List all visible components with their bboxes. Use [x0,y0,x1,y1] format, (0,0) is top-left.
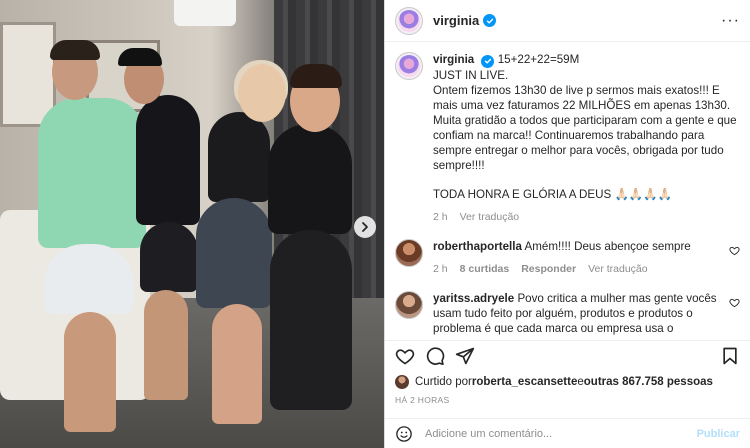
comment-text: Amém!!!! Deus abençoe sempre [524,239,691,253]
caption-translate-link[interactable]: Ver tradução [460,210,520,225]
caption-content: virginia 15+22+22=59M JUST IN LIVE. Onte… [433,52,740,225]
person-1-shorts [44,244,134,314]
person-4-hair [290,64,342,88]
liked-by-prefix: Curtido por [415,376,472,388]
person-3-shorts [196,198,272,308]
comment-content: yaritss.adryele Povo critica a mulher ma… [433,291,723,339]
reply-button[interactable]: Responder [521,262,576,277]
comment-icon[interactable] [425,346,445,366]
publish-button[interactable]: Publicar [697,428,740,440]
liker-avatar[interactable] [395,375,409,389]
person-1-hair [50,40,100,60]
commenter-avatar[interactable] [395,238,423,267]
caption-avatar[interactable] [395,52,423,80]
person-1-legs [64,312,116,432]
person-2-cap [118,48,162,66]
chevron-right-icon [362,222,368,232]
post-viewer: virginia ··· virginia 15+22+22=59M JUST … [0,0,750,448]
liked-by-others[interactable]: outras 867.758 pessoas [584,376,713,388]
caption-line-3: TODA HONRA E GLÓRIA A DEUS 🙏🏻🙏🏻🙏🏻🙏🏻 [433,187,673,201]
caption-time[interactable]: 2 h [433,210,448,225]
comment-like-icon[interactable] [729,297,740,308]
post-time-ago[interactable]: HÁ 2 HORAS [395,395,450,405]
caption-meta: 2 h Ver tradução [433,210,740,225]
author-username[interactable]: virginia [433,13,479,28]
caption-header-text: 15+22+22=59M [497,53,580,66]
person-2-shirt [136,95,200,225]
caption: virginia 15+22+22=59M JUST IN LIVE. Onte… [395,52,740,225]
person-2-shorts [140,222,198,292]
author-avatar[interactable] [395,6,423,35]
person-1-shirt [38,98,146,248]
liked-by: Curtido por roberta_escansette e outras … [395,375,740,389]
author-avatar-image [398,9,420,32]
comment-username[interactable]: roberthaportella [433,240,522,253]
comment-input[interactable] [425,427,697,440]
person-4-leggings [270,230,352,410]
caption-line-1: JUST IN LIVE. [433,68,509,82]
emoji-icon[interactable] [395,425,413,443]
caption-avatar-image [398,55,420,77]
next-photo-button[interactable] [354,216,376,238]
person-3-legs [212,304,262,424]
comment-item: roberthaportella Amém!!!! Deus abençoe s… [395,238,740,277]
comment-content: roberthaportella Amém!!!! Deus abençoe s… [433,239,723,277]
person-3-top [208,112,270,202]
comment-likes[interactable]: 8 curtidas [460,262,510,277]
comment-username[interactable]: yaritss.adryele [433,292,514,305]
post-photo[interactable] [0,0,384,448]
caption-username[interactable]: virginia [433,53,474,66]
commenter-avatar[interactable] [395,290,423,319]
person-3-head [238,64,286,122]
post-header: virginia ··· [385,0,750,42]
post-sidebar: virginia ··· virginia 15+22+22=59M JUST … [384,0,750,448]
add-comment-bar: Publicar [385,418,750,448]
comments-list[interactable]: virginia 15+22+22=59M JUST IN LIVE. Onte… [385,42,750,338]
share-icon[interactable] [455,346,475,366]
comment-item: yaritss.adryele Povo critica a mulher ma… [395,290,740,339]
comment-meta: 2 h 8 curtidas Responder Ver tradução [433,262,723,277]
post-actions [385,340,750,370]
more-options-icon[interactable]: ··· [721,12,740,30]
person-2-legs [144,290,188,400]
comment-translate-link[interactable]: Ver tradução [588,262,648,277]
comment-like-icon[interactable] [729,245,740,256]
heart-icon[interactable] [395,346,415,366]
verified-badge-icon [483,14,497,27]
liked-by-user[interactable]: roberta_escansette [472,376,577,388]
comment-time[interactable]: 2 h [433,262,448,277]
person-4-shirt [268,124,352,234]
caption-line-2: Ontem fizemos 13h30 de live p sermos mai… [433,83,737,172]
bookmark-icon[interactable] [720,346,740,366]
verified-badge-icon [481,54,495,68]
photo-air-conditioner [174,0,236,26]
